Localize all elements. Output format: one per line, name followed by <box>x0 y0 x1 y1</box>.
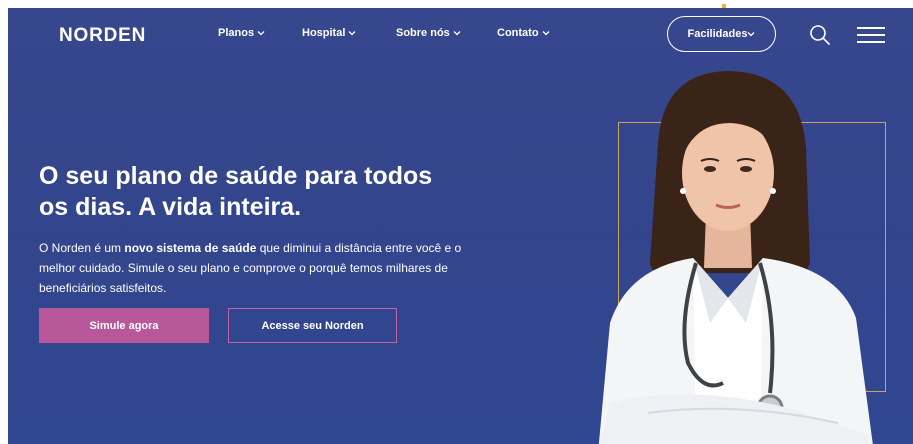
simule-agora-button[interactable]: Simule agora <box>39 308 209 343</box>
hero-title-line-2: os dias. A vida inteira. <box>39 193 302 221</box>
acesse-seu-norden-button[interactable]: Acesse seu Norden <box>228 308 397 343</box>
hero-text-bold: novo sistema de saúde <box>124 241 257 255</box>
nav-item-sobre-nos[interactable]: Sobre nós <box>396 27 461 39</box>
hero-title: O seu plano de saúde para todos os dias.… <box>39 161 469 223</box>
brand-logo[interactable]: NORDEN <box>59 25 146 47</box>
nav-item-label: Sobre nós <box>396 27 450 39</box>
hero-text-part-1: O Norden é um <box>39 241 125 255</box>
hero-section: NORDEN Planos Hospital Sobre nós Contato… <box>8 8 913 444</box>
nav-item-label: Hospital <box>302 27 346 39</box>
nav-item-planos[interactable]: Planos <box>218 27 265 39</box>
top-strip <box>0 0 913 8</box>
chevron-down-icon <box>453 27 461 39</box>
search-icon[interactable] <box>809 24 831 46</box>
doctor-photo <box>598 71 873 444</box>
nav-item-label: Planos <box>218 27 255 39</box>
facilidades-label: Facilidades <box>687 28 748 40</box>
facilidades-button[interactable]: Facilidades <box>667 16 776 52</box>
hamburger-menu-icon[interactable] <box>857 25 885 45</box>
hero-title-line-1: O seu plano de saúde para todos <box>39 162 433 190</box>
nav-item-hospital[interactable]: Hospital <box>302 27 356 39</box>
hero-description: O Norden é um novo sistema de saúde que … <box>39 238 479 298</box>
nav-item-contato[interactable]: Contato <box>497 27 550 39</box>
chevron-down-icon <box>747 28 755 40</box>
chevron-down-icon <box>257 27 265 39</box>
chevron-down-icon <box>348 27 356 39</box>
chevron-down-icon <box>542 27 550 39</box>
nav-item-label: Contato <box>497 27 539 39</box>
